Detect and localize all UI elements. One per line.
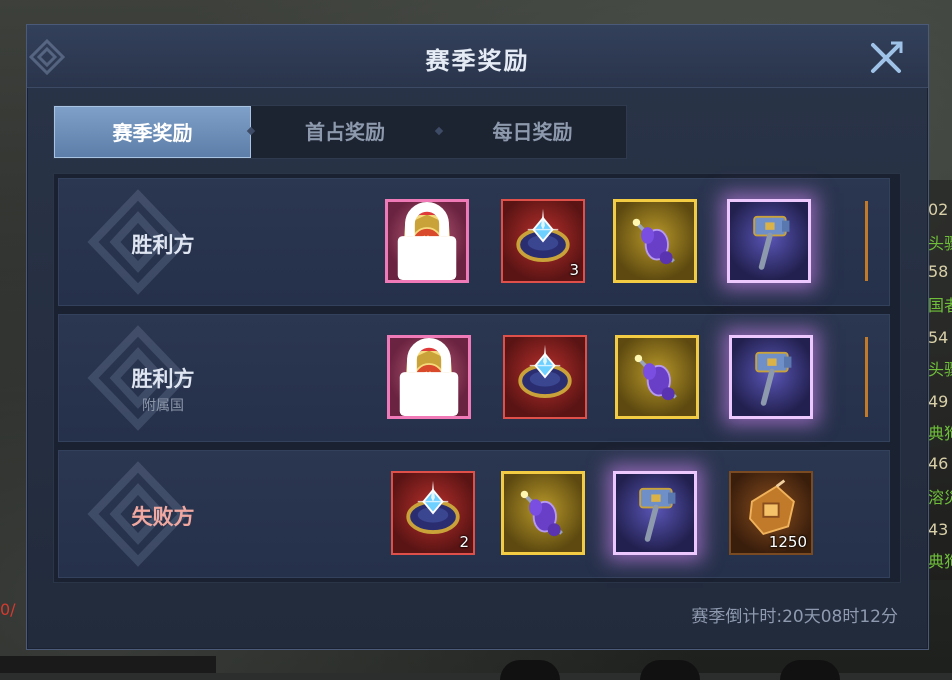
reward-item-purple-flask[interactable] xyxy=(615,335,699,419)
reward-row: 胜利方 称 3 xyxy=(58,178,890,306)
background-circle xyxy=(500,660,560,680)
background-log-text: 49 xyxy=(928,392,949,411)
reward-item-orange-crystal[interactable]: 1250 xyxy=(729,471,813,555)
row-side-label: 胜利方 xyxy=(131,233,195,257)
dialog-title: 赛季奖励 xyxy=(425,47,530,75)
row-side-label: 胜利方 xyxy=(131,367,195,391)
reward-item-hammer[interactable] xyxy=(727,199,811,283)
item-quantity: 2 xyxy=(459,533,469,551)
background-circle xyxy=(640,660,700,680)
rewards-list[interactable]: 胜利方称3胜利方附属国称失败方21250 xyxy=(53,173,901,583)
background-log-text: 54 xyxy=(928,328,949,347)
background-log-text: 溶災 xyxy=(928,488,952,507)
reward-item-title-badge[interactable]: 称 xyxy=(385,199,469,283)
close-icon[interactable] xyxy=(869,39,905,75)
reward-row: 胜利方附属国 称 xyxy=(58,314,890,442)
reward-item-gem-ring[interactable]: 2 xyxy=(391,471,475,555)
reward-item-purple-flask[interactable] xyxy=(613,199,697,283)
reward-item-hammer[interactable] xyxy=(729,335,813,419)
background-bottom-bar xyxy=(0,656,216,673)
reward-row: 失败方 2 1250 xyxy=(58,450,890,578)
background-log-text: 43 xyxy=(928,520,949,539)
background-log-text: 头骤 xyxy=(928,360,952,379)
row-side-sublabel: 附属国 xyxy=(142,398,184,414)
background-log-text: 国者 xyxy=(928,296,952,315)
next-item-edge xyxy=(865,337,868,417)
tab-first-capture-rewards[interactable]: 首占奖励 xyxy=(251,106,439,158)
reward-tabs: 赛季奖励 首占奖励 每日奖励 xyxy=(53,105,627,159)
tab-daily-rewards[interactable]: 每日奖励 xyxy=(439,106,626,158)
background-circle xyxy=(780,660,840,680)
reward-item-title-badge[interactable]: 称 xyxy=(387,335,471,419)
background-log-text: 典狗 xyxy=(928,552,952,571)
reward-item-gem-ring[interactable] xyxy=(503,335,587,419)
tab-season-rewards[interactable]: 赛季奖励 xyxy=(54,106,251,158)
background-log-text: 典狗 xyxy=(928,424,952,443)
background-log-text: 头骤 xyxy=(928,234,952,253)
season-countdown: 赛季倒计时:20天08时12分 xyxy=(691,607,898,627)
reward-item-hammer[interactable] xyxy=(613,471,697,555)
reward-item-gem-ring[interactable]: 3 xyxy=(501,199,585,283)
item-quantity: 1250 xyxy=(768,533,807,551)
background-log-text: 46 xyxy=(928,454,949,473)
reward-item-purple-flask[interactable] xyxy=(501,471,585,555)
season-rewards-dialog: 赛季奖励 赛季奖励 首占奖励 每日奖励 胜利方称3胜利方附属国称失败方21250… xyxy=(26,24,929,650)
background-log-text: 02 xyxy=(928,200,949,219)
background-log-text: 58 xyxy=(928,262,949,281)
item-quantity: 3 xyxy=(569,261,579,279)
background-left-text: 0/ xyxy=(0,600,16,619)
dialog-header: 赛季奖励 xyxy=(27,25,928,88)
row-side-label: 失败方 xyxy=(131,505,195,529)
next-item-edge xyxy=(865,201,868,281)
